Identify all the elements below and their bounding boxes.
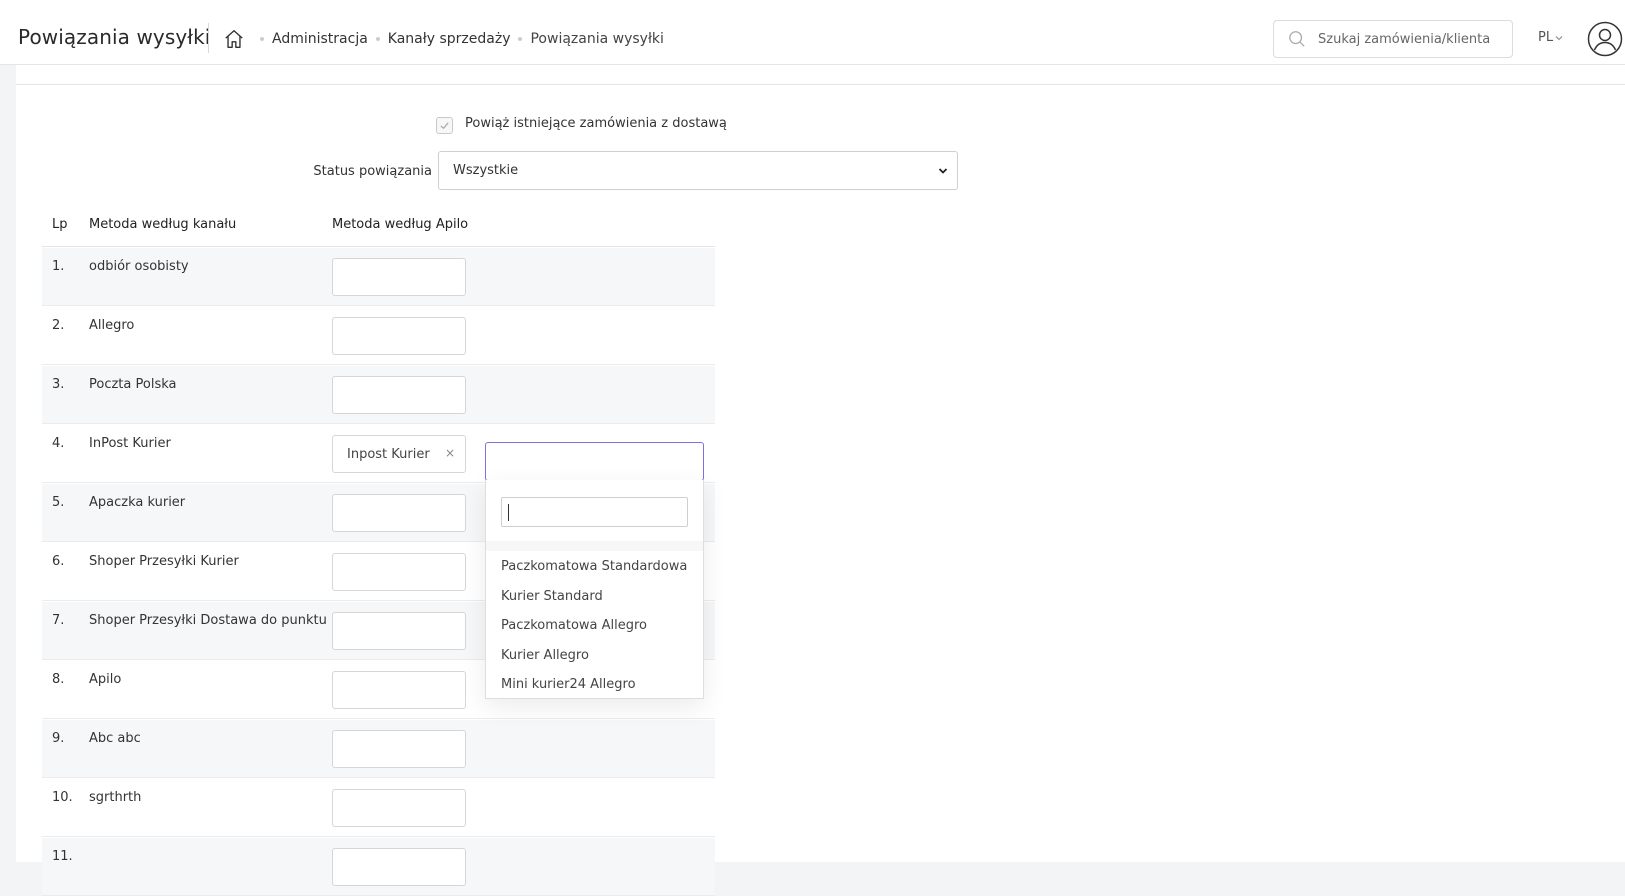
row-number: 4.	[52, 436, 65, 451]
dropdown-option[interactable]: Paczkomatowa Allegro	[486, 611, 703, 641]
main-content: Powiąż istniejące zamówienia z dostawą S…	[16, 65, 1625, 896]
table-row: 11.	[42, 838, 715, 896]
breadcrumb-separator	[518, 37, 523, 41]
page-title: Powiązania wysyłki	[18, 25, 211, 49]
user-avatar-icon[interactable]	[1587, 21, 1623, 57]
breadcrumb-current: Powiązania wysyłki	[530, 31, 664, 47]
row-channel-method: Abc abc	[89, 731, 141, 746]
breadcrumb-kanaly-sprzedazy[interactable]: Kanały sprzedaży	[388, 31, 511, 47]
search-input[interactable]	[1318, 27, 1508, 51]
apilo-method-additional-select[interactable]	[485, 442, 704, 481]
title-divider	[208, 23, 209, 53]
apilo-method-select[interactable]	[332, 258, 466, 296]
row-channel-method: InPost Kurier	[89, 436, 171, 451]
remove-tag-icon[interactable]: ×	[445, 446, 455, 460]
apilo-method-select[interactable]	[332, 671, 466, 709]
chevron-down-icon	[938, 168, 948, 174]
content-divider	[16, 84, 1625, 85]
text-caret	[508, 504, 509, 521]
table-header: Lp Metoda według kanału Metoda według Ap…	[42, 210, 715, 247]
search-icon	[1289, 31, 1305, 47]
breadcrumb-administracja[interactable]: Administracja	[272, 31, 368, 47]
checkmark-icon	[440, 122, 449, 130]
dropdown-option[interactable]: Mini kurier24 Allegro	[486, 670, 703, 698]
apilo-method-select[interactable]: Inpost Kurier ×	[332, 435, 466, 473]
table-row: 10. sgrthrth	[42, 779, 715, 837]
dropdown-options: Paczkomatowa Standardowa Kurier Standard…	[486, 552, 703, 698]
row-number: 8.	[52, 672, 65, 687]
dropdown-option[interactable]: Kurier Standard	[486, 582, 703, 612]
method-dropdown: Paczkomatowa Standardowa Kurier Standard…	[485, 480, 704, 699]
header-apilo-method: Metoda według Apilo	[332, 217, 469, 232]
row-channel-method: odbiór osobisty	[89, 259, 189, 274]
row-channel-method: Allegro	[89, 318, 135, 333]
apilo-method-select[interactable]	[332, 317, 466, 355]
table-row: 3. Poczta Polska	[42, 366, 715, 424]
breadcrumb-separator	[375, 37, 380, 41]
row-channel-method: Apaczka kurier	[89, 495, 186, 510]
row-number: 6.	[52, 554, 65, 569]
apilo-method-select[interactable]	[332, 730, 466, 768]
row-channel-method: sgrthrth	[89, 790, 142, 805]
status-label: Status powiązania	[313, 164, 432, 179]
apilo-method-select[interactable]	[332, 494, 466, 532]
row-number: 2.	[52, 318, 65, 333]
link-existing-orders-row: Powiąż istniejące zamówienia z dostawą	[436, 113, 727, 134]
apilo-method-select[interactable]	[332, 848, 466, 886]
row-number: 7.	[52, 613, 65, 628]
language-code: PL	[1538, 30, 1554, 45]
row-channel-method: Poczta Polska	[89, 377, 177, 392]
breadcrumb-separator	[260, 37, 264, 41]
home-icon[interactable]	[223, 28, 245, 50]
apilo-method-select[interactable]	[332, 553, 466, 591]
row-channel-method: Shoper Przesyłki Dostawa do punktu	[89, 613, 327, 628]
dropdown-option[interactable]: Kurier Allegro	[486, 641, 703, 671]
dropdown-search-input[interactable]	[501, 497, 688, 527]
row-channel-method: Shoper Przesyłki Kurier	[89, 554, 239, 569]
status-select[interactable]: Wszystkie	[438, 151, 958, 190]
row-number: 3.	[52, 377, 65, 392]
breadcrumb: Administracja Kanały sprzedaży Powiązani…	[252, 31, 664, 47]
table-row: 2. Allegro	[42, 307, 715, 365]
header-channel-method: Metoda według kanału	[89, 217, 237, 232]
table-row: 1. odbiór osobisty	[42, 248, 715, 306]
dropdown-divider	[486, 541, 703, 551]
link-existing-orders-label: Powiąż istniejące zamówienia z dostawą	[465, 116, 727, 131]
table-row: 9. Abc abc	[42, 720, 715, 778]
search-box	[1273, 20, 1513, 58]
top-bar: Powiązania wysyłki Administracja Kanały …	[0, 0, 1625, 65]
row-number: 1.	[52, 259, 65, 274]
apilo-method-select[interactable]	[332, 612, 466, 650]
dropdown-option[interactable]: Paczkomatowa Standardowa	[486, 552, 703, 582]
row-number: 9.	[52, 731, 65, 746]
link-existing-orders-checkbox[interactable]	[436, 117, 453, 134]
row-channel-method: Apilo	[89, 672, 122, 687]
row-number: 10.	[52, 790, 73, 805]
header-lp: Lp	[52, 217, 68, 232]
chevron-down-icon	[1555, 35, 1563, 40]
language-selector[interactable]: PL	[1538, 30, 1564, 45]
selected-method-tag: Inpost Kurier	[347, 447, 430, 462]
status-select-value: Wszystkie	[453, 163, 519, 178]
apilo-method-select[interactable]	[332, 376, 466, 414]
apilo-method-select[interactable]	[332, 789, 466, 827]
row-number: 5.	[52, 495, 65, 510]
